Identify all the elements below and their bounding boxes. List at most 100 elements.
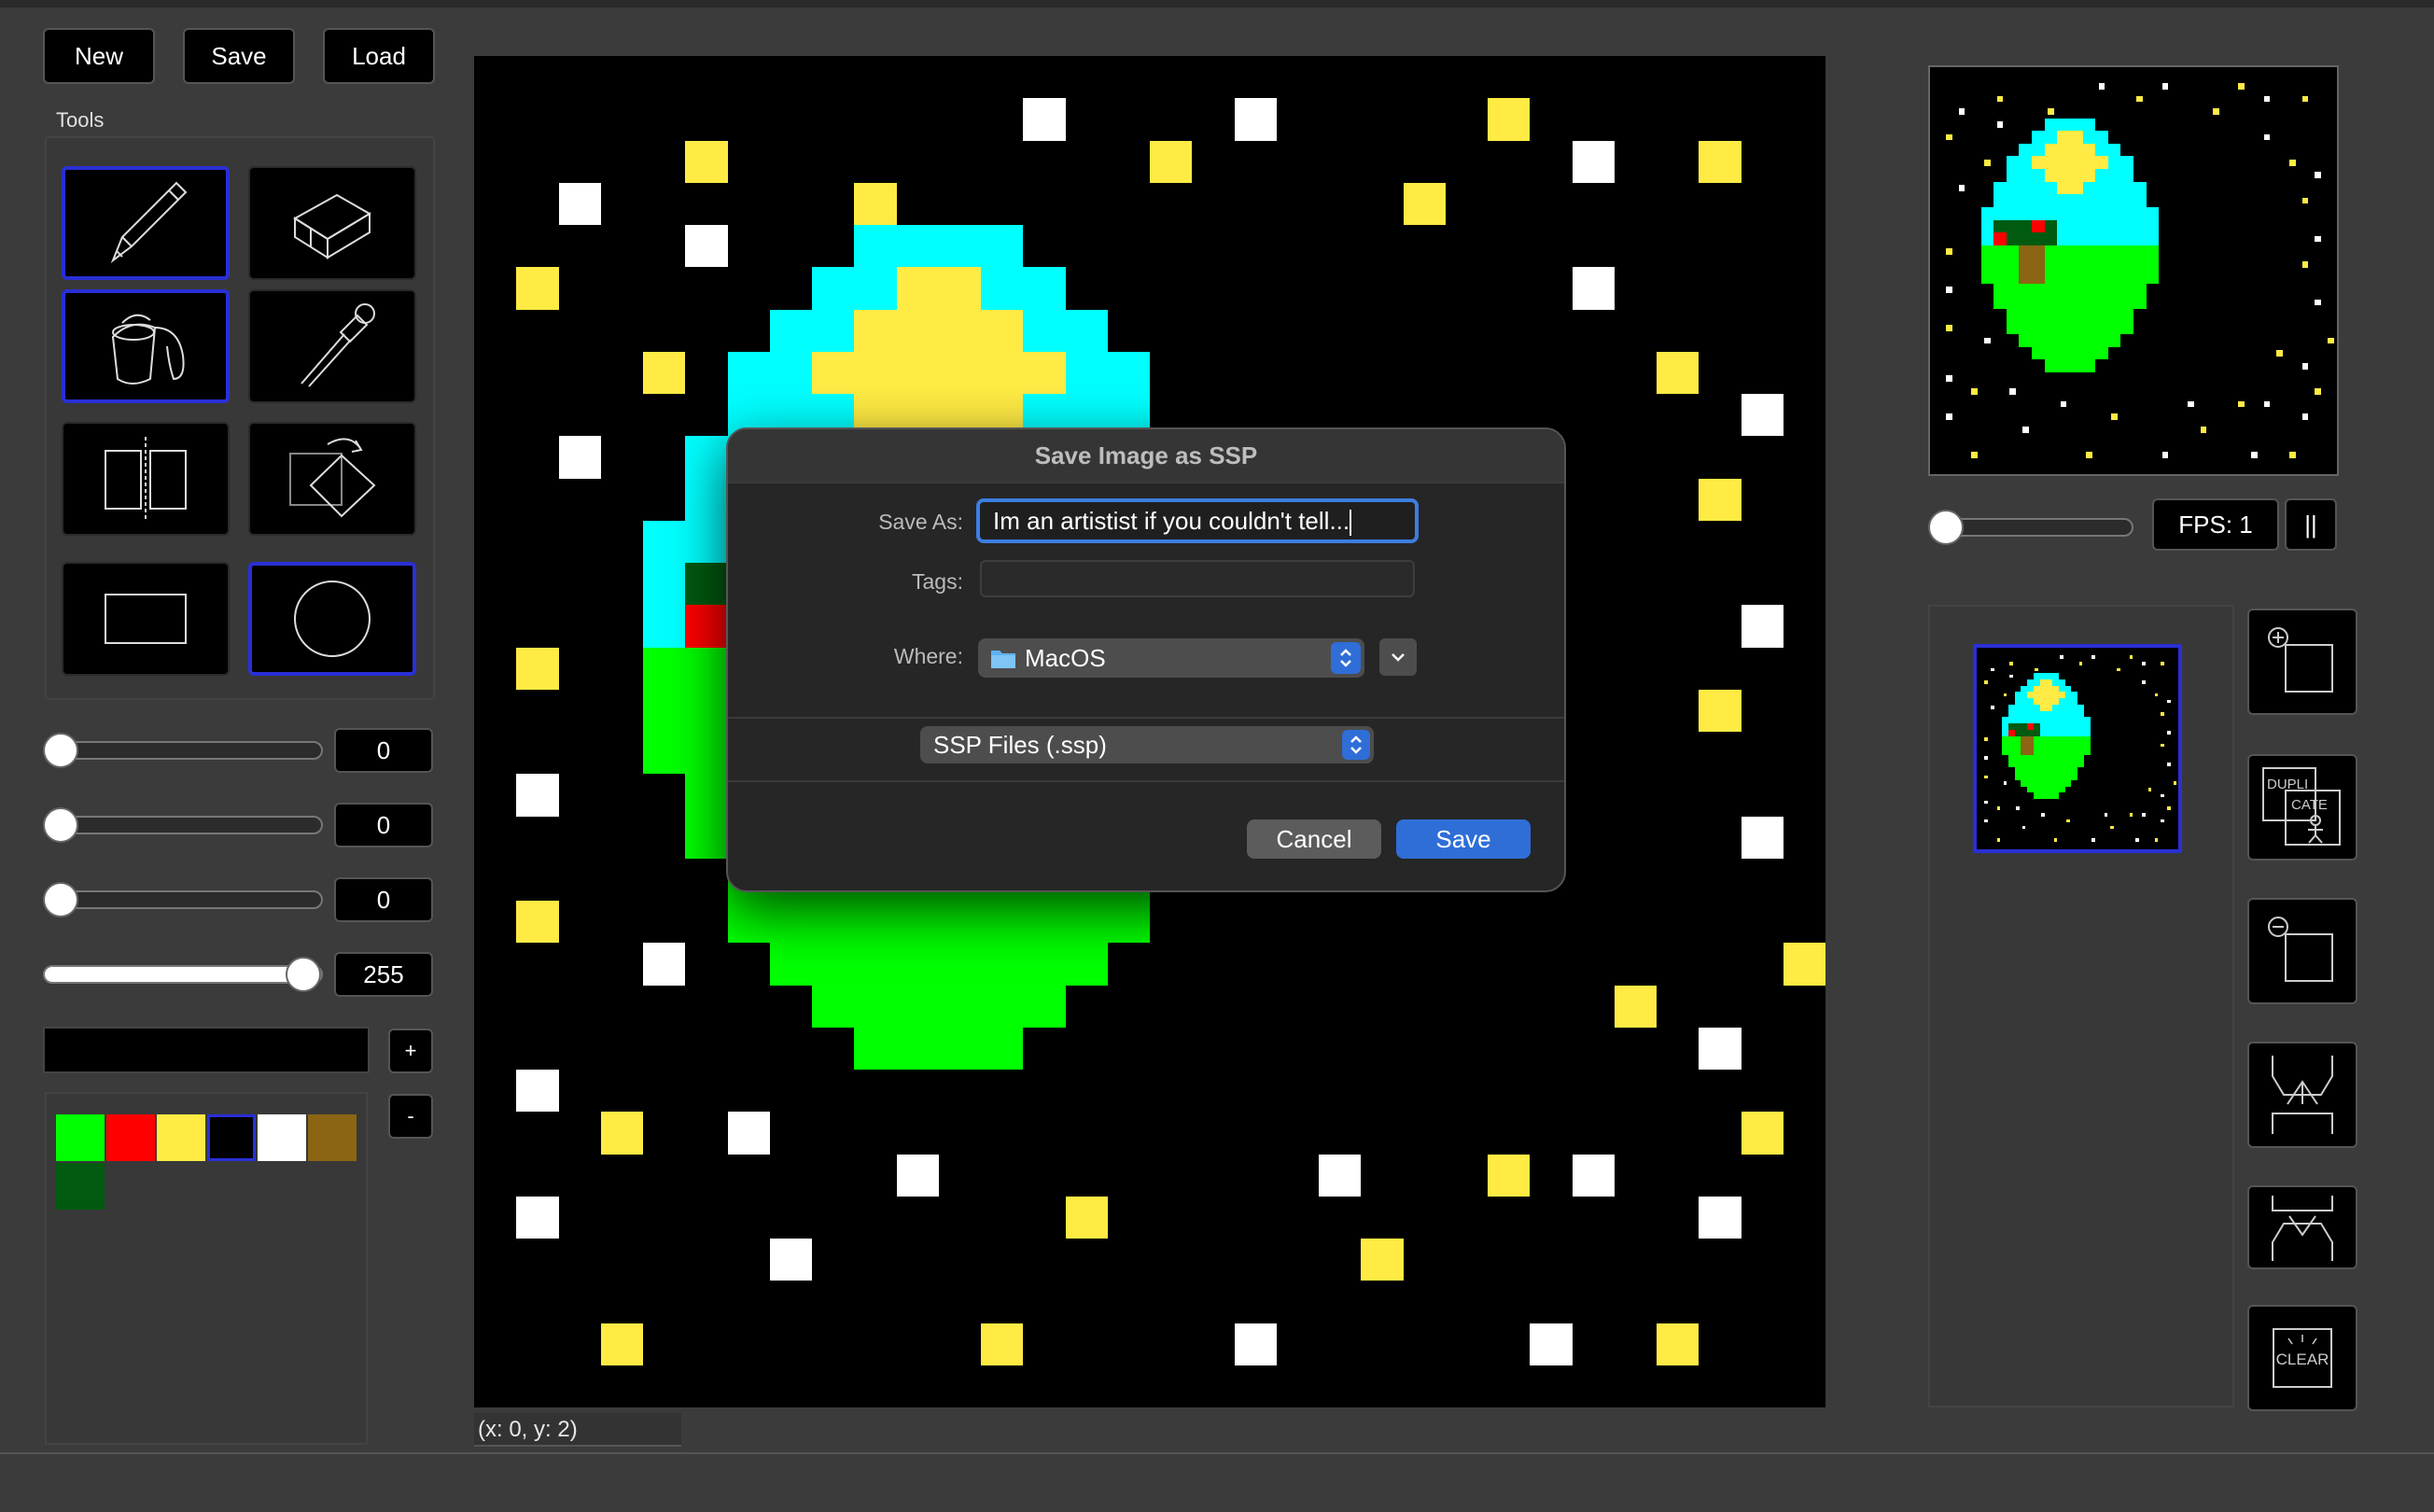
star-pixel [2066,819,2070,823]
palette-swatch[interactable] [258,1114,306,1161]
where-value: MacOS [1025,643,1106,672]
remove-frame-button[interactable] [2247,898,2357,1004]
green-value-field[interactable]: 0 [334,803,433,847]
dialog-save-button[interactable]: Save [1396,819,1531,859]
svg-text:DUPLI: DUPLI [2267,777,2308,792]
tools-panel [45,136,435,700]
grass-row [769,943,1108,986]
save-as-input[interactable]: Im an artistist if you couldn't tell... [976,498,1419,543]
grass-row [2007,761,2084,768]
palette-swatch[interactable] [56,1114,105,1161]
star-pixel [1996,838,2001,842]
red-slider-track[interactable] [43,741,323,760]
star-pixel [2098,83,2105,90]
save-button[interactable]: Save [183,28,295,84]
remove-color-button[interactable]: - [388,1094,433,1139]
star-pixel [2003,781,2007,785]
fps-slider-knob[interactable] [1928,510,1964,545]
alpha-value-field[interactable]: 255 [334,952,433,997]
rectangle-tool[interactable] [62,562,230,676]
star-pixel [2135,838,2139,842]
palette-swatch[interactable] [308,1114,357,1161]
alpha-slider-track[interactable] [43,965,323,984]
cancel-button[interactable]: Cancel [1247,819,1381,859]
star-pixel [1572,1154,1615,1197]
red-slider-knob[interactable] [43,733,78,768]
palette-swatch[interactable] [56,1163,105,1210]
duplicate-frame-icon: DUPLI CATE [2262,767,2341,846]
animation-preview [1928,65,2339,476]
star-pixel [2167,763,2171,766]
star-pixel [1699,478,1742,521]
star-pixel [1741,816,1784,859]
expand-browser-button[interactable] [1379,638,1417,676]
file-format-select[interactable]: SSP Files (.ssp) [920,726,1374,763]
star-pixel [2142,813,2146,817]
eraser-tool[interactable] [248,166,416,280]
star-pixel [1996,95,2004,103]
green-slider-knob[interactable] [43,807,78,843]
sun-pixel [2033,698,2059,705]
palette-swatch[interactable] [157,1114,205,1161]
star-pixel [2136,95,2144,103]
tags-input[interactable] [980,560,1415,597]
frame-thumbnail[interactable] [1973,644,2182,853]
sky-row [2033,673,2059,679]
where-select[interactable]: MacOS [978,638,1364,678]
blue-slider-track[interactable] [43,890,323,909]
clear-frame-button[interactable]: CLEAR [2247,1305,2357,1411]
star-pixel [1023,98,1066,141]
eyedropper-tool[interactable] [248,289,416,403]
grass-row [2019,334,2121,347]
star-pixel [2009,388,2016,395]
grass-row [1980,271,2160,284]
star-pixel [2167,731,2171,735]
star-pixel [1234,98,1277,141]
star-pixel [1572,140,1615,183]
star-pixel [1614,985,1657,1028]
apple-pixel [685,605,728,648]
palette-swatch[interactable] [106,1114,155,1161]
new-button[interactable]: New [43,28,155,84]
star-pixel [2110,825,2114,830]
paint-bucket-tool[interactable] [62,289,230,403]
red-value-field[interactable]: 0 [334,728,433,773]
move-frame-up-button[interactable] [2247,1042,2357,1148]
star-pixel [1657,351,1700,394]
palette-swatch-selected[interactable] [207,1114,256,1161]
rotate-tool[interactable] [248,422,416,536]
star-pixel [2091,838,2095,842]
star-pixel [2129,813,2133,817]
load-button[interactable]: Load [323,28,435,84]
mirror-tool[interactable] [62,422,230,536]
alpha-slider-knob[interactable] [286,957,321,992]
move-frame-down-button[interactable] [2247,1185,2357,1269]
grass-row [2032,346,2108,360]
grass-row [1980,258,2160,271]
star-pixel [2315,235,2321,243]
grass-row [854,1027,1024,1070]
add-color-button[interactable]: + [388,1029,433,1073]
blue-value-field[interactable]: 0 [334,877,433,922]
grass-row [2006,321,2133,335]
chevron-down-icon [1392,653,1405,662]
pause-button[interactable]: || [2285,498,2337,551]
star-pixel [2041,813,2045,817]
pencil-tool[interactable] [62,166,230,280]
star-pixel [1946,133,1952,141]
grass-row [1993,296,2147,309]
duplicate-frame-button[interactable]: DUPLI CATE [2247,754,2357,861]
circle-tool[interactable] [248,562,416,676]
blue-slider-knob[interactable] [43,882,78,917]
tree-trunk [2021,735,2034,755]
green-slider-track[interactable] [43,816,323,834]
svg-text:CLEAR: CLEAR [2276,1351,2329,1368]
star-pixel [2060,400,2067,408]
star-pixel [2187,400,2194,408]
star-pixel [2301,95,2309,103]
star-pixel [1971,388,1979,395]
star-pixel [2251,452,2258,458]
star-pixel [2213,108,2219,116]
tree-trunk [2019,245,2045,284]
add-frame-button[interactable] [2247,609,2357,715]
